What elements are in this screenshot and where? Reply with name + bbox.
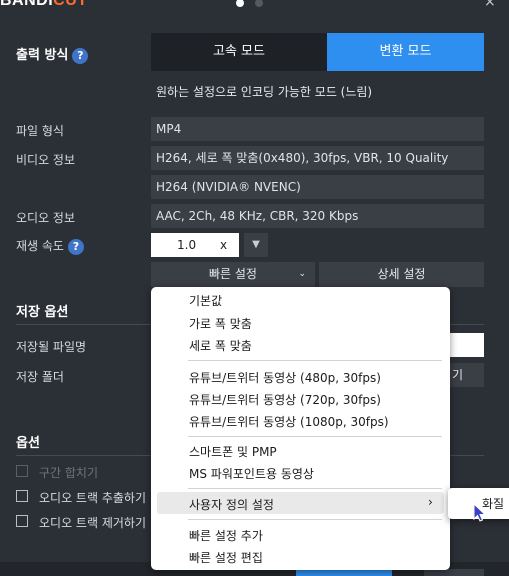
chevron-right-icon: › — [428, 495, 433, 509]
detail-settings-button[interactable]: 상세 설정 — [319, 262, 484, 287]
audio-info-label: 오디오 정보 — [16, 211, 76, 225]
video-info-label: 비디오 정보 — [16, 153, 76, 167]
quick-settings-button[interactable]: 빠른 설정 ⌄ — [151, 262, 315, 287]
close-icon[interactable]: × — [484, 0, 496, 10]
quick-settings-label: 빠른 설정 — [209, 267, 257, 281]
chevron-down-icon[interactable]: ▼ — [244, 233, 268, 257]
save-options-heading: 저장 옵션 — [16, 305, 69, 320]
format-field: MP4 — [151, 117, 484, 141]
menu-item-edit-quick-setting[interactable]: 빠른 설정 편집 — [189, 549, 263, 566]
menu-item-custom-settings[interactable]: 사용자 정의 설정 — [189, 496, 274, 513]
menu-item-fit-height[interactable]: 세로 폭 맞춤 — [189, 337, 252, 354]
convert-mode-button[interactable]: 변환 모드 — [327, 33, 484, 71]
browse-label: 기 — [452, 368, 464, 382]
speed-input[interactable]: 1.0 x — [151, 233, 239, 257]
quick-settings-menu: 기본값 가로 폭 맞춤 세로 폭 맞춤 유튜브/트위터 동영상 (480p, 3… — [151, 287, 450, 570]
menu-item-youtube-1080p[interactable]: 유튜브/트위터 동영상 (1080p, 30fps) — [189, 413, 389, 430]
format-label: 파일 형식 — [16, 124, 64, 138]
menu-item-powerpoint[interactable]: MS 파워포인트용 동영상 — [189, 465, 314, 482]
app-logo: BANDICUT — [0, 0, 88, 10]
extract-audio-label: 오디오 트랙 추출하기 — [39, 491, 146, 505]
video-info-field: H264, 세로 폭 맞춤(0x480), 30fps, VBR, 10 Qua… — [151, 146, 484, 170]
menu-item-fit-width[interactable]: 가로 폭 맞춤 — [189, 315, 252, 332]
merge-label: 구간 합치기 — [39, 466, 99, 480]
filename-input[interactable] — [448, 333, 484, 357]
remove-audio-checkbox[interactable] — [16, 515, 28, 527]
merge-checkbox[interactable] — [16, 465, 28, 477]
speed-value: 1.0 — [177, 238, 197, 252]
output-mode-label: 출력 방식? — [16, 44, 89, 64]
menu-item-smartphone[interactable]: 스마트폰 및 PMP — [189, 443, 277, 460]
menu-separator — [188, 519, 442, 520]
remove-audio-label: 오디오 트랙 제거하기 — [39, 516, 146, 530]
menu-item-youtube-480p[interactable]: 유튜브/트위터 동영상 (480p, 30fps) — [189, 369, 381, 386]
browse-folder-button[interactable]: 기 — [448, 363, 484, 387]
mouse-cursor-icon — [473, 503, 487, 522]
fast-mode-button[interactable]: 고속 모드 — [151, 33, 327, 71]
playback-speed-label: 재생 속도? — [16, 237, 84, 255]
logo-text: BANDI — [0, 0, 54, 9]
menu-item-add-quick-setting[interactable]: 빠른 설정 추가 — [189, 527, 263, 544]
menu-item-default[interactable]: 기본값 — [189, 292, 222, 309]
menu-separator — [188, 436, 442, 437]
menu-item-youtube-720p[interactable]: 유튜브/트위터 동영상 (720p, 30fps) — [189, 391, 381, 408]
cancel-button[interactable] — [424, 569, 484, 576]
folder-label: 저장 폴더 — [16, 370, 64, 384]
help-icon[interactable]: ? — [67, 238, 84, 255]
playback-speed-text: 재생 속도 — [16, 239, 64, 253]
options-heading: 옵션 — [16, 436, 40, 451]
speed-unit: x — [220, 238, 228, 252]
confirm-button[interactable] — [296, 569, 392, 576]
filename-label: 저장될 파일명 — [16, 340, 87, 354]
chevron-down-icon: ⌄ — [298, 269, 306, 279]
audio-info-field: AAC, 2Ch, 48 KHz, CBR, 320 Kbps — [151, 204, 484, 228]
menu-separator — [188, 488, 442, 489]
help-icon[interactable]: ? — [72, 47, 89, 64]
extract-audio-checkbox[interactable] — [16, 490, 28, 502]
output-mode-text: 출력 방식 — [16, 48, 69, 63]
mode-description: 원하는 설정으로 인코딩 가능한 모드 (느림) — [156, 85, 373, 99]
menu-separator — [188, 360, 442, 361]
encoder-field: H264 (NVIDIA® NVENC) — [151, 175, 484, 199]
logo-accent-text: CUT — [53, 0, 88, 9]
